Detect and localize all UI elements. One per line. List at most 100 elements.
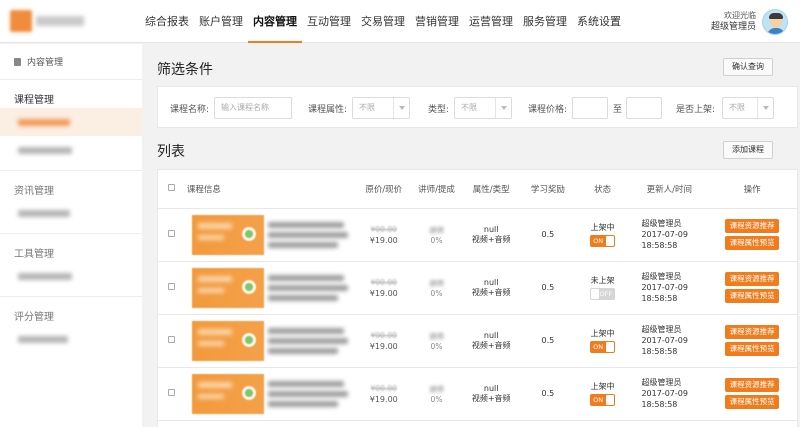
attr-preview-button[interactable]: 课程属性预览 <box>725 289 780 303</box>
course-attr: null <box>483 224 499 234</box>
main-nav: 综合报表 账户管理 内容管理 互动管理 交易管理 营销管理 运营管理 服务管理 … <box>140 0 626 43</box>
course-thumbnail <box>191 373 264 414</box>
resource-recommend-button[interactable]: 课程资源推荐 <box>725 272 780 286</box>
update-time: 18:58:58 <box>641 347 678 356</box>
course-thumbnail <box>191 267 264 308</box>
course-name-input[interactable]: 输入课程名称 <box>214 97 292 119</box>
col-status: 状态 <box>573 170 632 209</box>
chevron-down-icon <box>393 98 409 118</box>
course-info[interactable] <box>175 320 355 361</box>
row-checkbox[interactable] <box>167 283 175 290</box>
course-attr: null <box>483 277 499 287</box>
document-icon <box>14 57 21 66</box>
update-time: 18:58:58 <box>641 400 678 409</box>
current-price: ¥19.00 <box>369 235 398 245</box>
updater-name: 超级管理员 <box>641 219 682 228</box>
status-text: 未上架 <box>590 276 615 285</box>
avatar[interactable] <box>762 9 788 35</box>
sidebar-group-title: 工具管理 <box>14 249 54 260</box>
nav-item-operations[interactable]: 运营管理 <box>464 0 518 43</box>
updater-name: 超级管理员 <box>641 325 682 334</box>
course-thumbnail <box>191 320 264 361</box>
filter-title: 筛选条件 <box>157 62 213 78</box>
status-text: 上架中 <box>590 223 615 232</box>
course-info[interactable] <box>175 267 355 308</box>
row-checkbox[interactable] <box>167 336 175 343</box>
listing-toggle[interactable]: ON <box>590 341 616 353</box>
study-reward: 0.5 <box>522 314 574 368</box>
sidebar-header: 内容管理 <box>0 44 142 80</box>
course-attr: null <box>483 330 499 340</box>
nav-item-reports[interactable]: 综合报表 <box>140 0 194 43</box>
row-checkbox[interactable] <box>167 389 175 396</box>
course-price-label: 课程价格: <box>528 105 568 115</box>
col-price: 原价/现价 <box>354 170 413 209</box>
sidebar-item-news-1[interactable] <box>0 199 142 227</box>
nav-item-trade[interactable]: 交易管理 <box>356 0 410 43</box>
course-attr-select[interactable]: 不限 <box>352 97 410 119</box>
course-attr-label: 课程属性: <box>308 105 348 115</box>
original-price: ¥00.00 <box>370 383 397 393</box>
nav-item-settings[interactable]: 系统设置 <box>572 0 626 43</box>
lecturer-name: 讲师 <box>429 278 444 288</box>
confirm-query-button[interactable]: 确认查询 <box>723 58 773 76</box>
sidebar-group-title: 课程管理 <box>14 95 54 106</box>
course-type: 视频+音频 <box>471 287 511 297</box>
status-text: 上架中 <box>590 329 615 338</box>
nav-item-interaction[interactable]: 互动管理 <box>302 0 356 43</box>
update-date: 2017-07-09 <box>641 389 688 398</box>
listed-select[interactable]: 不限 <box>722 97 774 119</box>
course-info[interactable] <box>175 373 355 414</box>
original-price: ¥00.00 <box>370 330 397 340</box>
course-name-label: 课程名称: <box>170 105 210 115</box>
price-min-input[interactable] <box>572 97 608 119</box>
logo[interactable] <box>10 10 88 32</box>
listing-toggle[interactable]: OFF <box>590 288 616 300</box>
row-checkbox[interactable] <box>167 230 175 237</box>
nav-item-content[interactable]: 内容管理 <box>248 0 302 43</box>
attr-preview-button[interactable]: 课程属性预览 <box>725 342 780 356</box>
user-menu[interactable]: 欢迎光临 超级管理员 <box>711 7 788 37</box>
commission: 0% <box>430 394 443 404</box>
add-course-button[interactable]: 添加课程 <box>723 141 773 159</box>
sidebar-group-title: 资讯管理 <box>14 186 54 197</box>
col-attr-type: 属性/类型 <box>460 170 522 209</box>
status-text: 上架中 <box>590 382 615 391</box>
attr-preview-button[interactable]: 课程属性预览 <box>725 395 780 409</box>
nav-item-marketing[interactable]: 营销管理 <box>410 0 464 43</box>
update-date: 2017-07-09 <box>641 283 688 292</box>
listing-toggle[interactable]: ON <box>590 394 616 406</box>
nav-item-accounts[interactable]: 账户管理 <box>194 0 248 43</box>
nav-item-service[interactable]: 服务管理 <box>518 0 572 43</box>
commission: 0% <box>430 235 443 245</box>
sidebar: 内容管理 课程管理 资讯管理 工具管理 评分管理 <box>0 44 142 427</box>
sidebar-item-course-1[interactable] <box>0 108 142 136</box>
listing-toggle[interactable]: ON <box>590 235 616 247</box>
update-date: 2017-07-09 <box>641 336 688 345</box>
col-updater: 更新人/时间 <box>631 170 708 209</box>
sidebar-group-course: 课程管理 <box>0 80 142 171</box>
current-price: ¥19.00 <box>369 288 398 298</box>
table-row: ¥00.00 ¥19.00 讲师 0% null 视频+音频 0.5 上架中 O… <box>158 367 797 421</box>
type-label: 类型: <box>428 105 450 115</box>
col-lecturer: 讲师/提成 <box>412 170 461 209</box>
study-reward: 0.5 <box>522 208 574 262</box>
sidebar-item-tools-1[interactable] <box>0 262 142 290</box>
top-bar: 综合报表 账户管理 内容管理 互动管理 交易管理 营销管理 运营管理 服务管理 … <box>0 0 800 43</box>
resource-recommend-button[interactable]: 课程资源推荐 <box>725 219 780 233</box>
price-max-input[interactable] <box>626 97 662 119</box>
course-table: 课程信息 原价/现价 讲师/提成 属性/类型 学习奖励 状态 更新人/时间 操作… <box>158 170 797 421</box>
resource-recommend-button[interactable]: 课程资源推荐 <box>725 325 780 339</box>
resource-recommend-button[interactable]: 课程资源推荐 <box>725 378 780 392</box>
sidebar-item-course-2[interactable] <box>0 136 142 164</box>
table-row: ¥00.00 ¥19.00 讲师 0% null 视频+音频 0.5 上架中 O… <box>158 208 797 262</box>
current-price: ¥19.00 <box>369 394 398 404</box>
table-header: 课程信息 原价/现价 讲师/提成 属性/类型 学习奖励 状态 更新人/时间 操作 <box>158 170 797 209</box>
type-select[interactable]: 不限 <box>454 97 512 119</box>
course-info[interactable] <box>175 214 355 255</box>
sidebar-item-rating-1[interactable] <box>0 325 142 353</box>
select-all-checkbox[interactable] <box>167 183 175 191</box>
attr-preview-button[interactable]: 课程属性预览 <box>725 236 780 250</box>
table-row: ¥00.00 ¥19.00 讲师 0% null 视频+音频 0.5 未上架 O… <box>158 261 797 315</box>
course-list-panel: 课程信息 原价/现价 讲师/提成 属性/类型 学习奖励 状态 更新人/时间 操作… <box>157 169 798 427</box>
